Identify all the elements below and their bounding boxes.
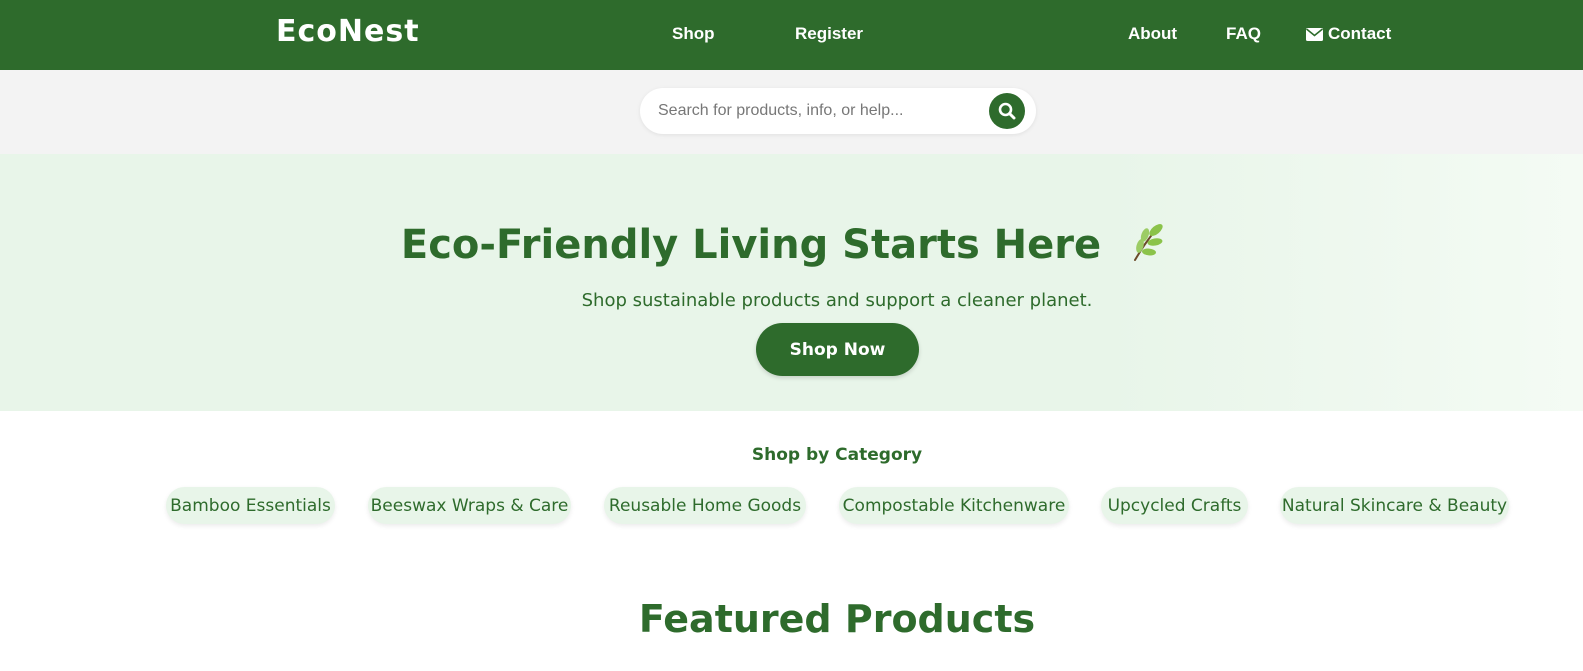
nav-link-shop[interactable]: Shop: [672, 24, 715, 44]
category-section-title: Shop by Category: [751, 445, 923, 465]
hero-title-text: Eco-Friendly Living Starts Here: [400, 222, 1102, 268]
nav-link-about[interactable]: About: [1128, 24, 1177, 44]
nav-link-faq[interactable]: FAQ: [1226, 24, 1261, 44]
site-logo[interactable]: EcoNest: [276, 14, 420, 49]
nav-link-contact[interactable]: Contact: [1306, 24, 1391, 44]
search-input[interactable]: [658, 98, 978, 124]
category-pill-bamboo-essentials[interactable]: Bamboo Essentials: [166, 487, 335, 524]
nav-link-register[interactable]: Register: [795, 24, 863, 44]
search-band: [0, 70, 1583, 154]
hero-subtitle: Shop sustainable products and support a …: [581, 290, 1093, 311]
search-icon: [998, 102, 1016, 120]
hero-title: Eco-Friendly Living Starts Here: [0, 220, 1568, 268]
envelope-icon: [1306, 27, 1323, 41]
search-box: [640, 88, 1036, 134]
search-button[interactable]: [989, 93, 1025, 129]
hero-banner: Eco-Friendly Living Starts Here Shop sus…: [0, 154, 1583, 411]
category-pill-beeswax-wraps[interactable]: Beeswax Wraps & Care: [368, 487, 571, 524]
category-pill-upcycled-crafts[interactable]: Upcycled Crafts: [1101, 487, 1248, 524]
category-pill-compostable-kitchenware[interactable]: Compostable Kitchenware: [839, 487, 1069, 524]
featured-products-heading: Featured Products: [638, 597, 1036, 641]
top-navbar: EcoNest Shop Register About FAQ Contact: [0, 0, 1583, 70]
category-pill-natural-skincare[interactable]: Natural Skincare & Beauty: [1280, 487, 1509, 524]
leaf-icon: [1134, 224, 1163, 261]
nav-contact-label: Contact: [1328, 24, 1392, 43]
shop-now-button[interactable]: Shop Now: [756, 323, 919, 376]
category-pill-reusable-home-goods[interactable]: Reusable Home Goods: [604, 487, 806, 524]
